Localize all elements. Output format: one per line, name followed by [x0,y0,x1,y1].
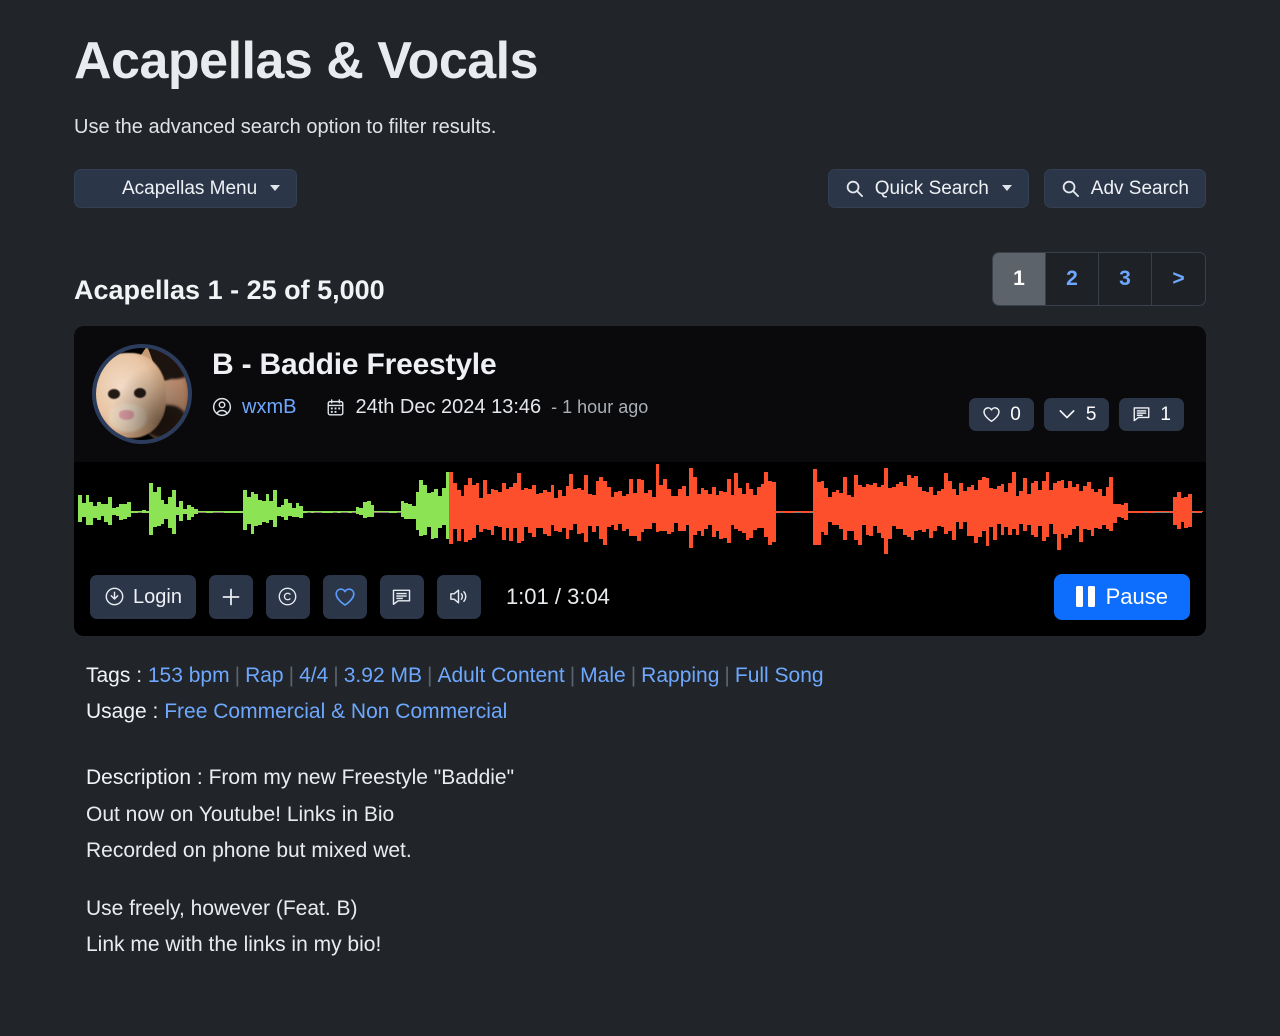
user-circle-icon [212,397,232,417]
track-uploader-link[interactable]: wxmB [242,396,296,419]
chevron-down-icon [270,185,281,192]
hamburger-icon [91,181,111,195]
usage-row: Usage : Free Commercial & Non Commercial [86,694,1194,730]
track-info: Tags : 153 bpm | Rap | 4/4 | 3.92 MB | Adult Con… [74,636,1206,964]
pause-icon [1075,586,1095,608]
tags-label: Tags : [86,663,143,687]
copyright-button[interactable] [265,574,310,619]
download-chevron-icon [1057,406,1077,422]
description-line-0-text: From my new Freestyle "Baddie" [208,766,515,790]
comments-count: 1 [1160,403,1171,425]
adv-search-button[interactable]: Adv Search [1043,168,1206,208]
downloads-stat[interactable]: 5 [1043,397,1110,431]
tag-separator: | [333,663,339,687]
copyright-icon [277,586,298,607]
usage-link[interactable]: Free Commercial & Non Commercial [164,700,507,723]
download-circle-icon [104,586,125,607]
tag-separator: | [630,663,637,687]
heart-icon [982,406,1001,423]
pause-label: Pause [1105,583,1168,609]
page-title: Acapellas & Vocals [74,32,539,90]
track-stats: 0 5 1 [969,344,1188,431]
tag-link[interactable]: Full Song [735,664,824,687]
track-date: 24th Dec 2024 13:46 [355,395,542,418]
description-blank-line [86,870,1194,891]
description-line-4: Use freely, however (Feat. B) [86,896,358,920]
page-subtitle: Use the advanced search option to filter… [74,115,497,138]
tag-separator: | [288,663,295,687]
description-block: Description : From my new Freestyle "Bad… [86,760,1194,964]
comments-stat[interactable]: 1 [1119,397,1184,431]
tag-link[interactable]: 4/4 [299,664,328,687]
comment-icon [391,587,412,607]
speaker-icon [447,586,470,607]
tag-separator: | [426,663,433,687]
login-label: Login [133,585,182,608]
tag-separator: | [569,663,576,687]
track-title[interactable]: B - Baddie Freestyle [212,348,969,382]
heart-icon [334,587,356,607]
avatar-image [96,347,188,440]
avatar[interactable] [92,343,192,444]
page-button-2[interactable]: 2 [1046,252,1099,305]
description-line-1: Out now on Youtube! Links in Bio [86,802,395,826]
plus-icon [219,585,243,609]
add-to-playlist-button[interactable] [208,574,253,619]
adv-search-label: Adv Search [1090,177,1189,199]
results-row: Acapellas 1 - 25 of 5,000 1 2 3 > [74,251,1206,306]
tag-link[interactable]: Adult Content [437,664,564,687]
page-button-3[interactable]: 3 [1099,252,1152,305]
description-line-0: Description : From my new Freestyle "Bad… [86,760,1194,797]
toolbar: Acapellas Menu Quick Search Adv Search [74,168,1206,208]
tag-separator: | [724,663,730,687]
usage-label: Usage : [86,699,159,723]
description-label: Description : [86,766,203,790]
page-button-1[interactable]: 1 [993,252,1046,305]
favourite-button[interactable] [322,574,367,619]
search-icon [845,179,864,198]
player-time: 1:01 / 3:04 [505,583,610,609]
quick-search-label: Quick Search [874,177,989,199]
waveform-bars [74,462,1206,562]
pause-button[interactable]: Pause [1053,573,1190,620]
page-button-next[interactable]: > [1152,252,1205,305]
likes-count: 0 [1010,403,1021,425]
waveform[interactable] [74,461,1206,562]
results-count: Acapellas 1 - 25 of 5,000 [74,274,385,305]
tag-link[interactable]: Male [580,664,626,687]
calendar-icon [326,398,345,417]
chevron-down-icon [1001,185,1012,192]
page-root: Acapellas & Vocals Use the advanced sear… [0,0,1280,1036]
quick-search-button[interactable]: Quick Search [827,168,1029,208]
likes-stat[interactable]: 0 [969,397,1034,431]
waveform-bar [1199,462,1203,562]
description-line-5: Link me with the links in my bio! [86,933,382,957]
track-meta-row: wxmB 24th Dec 2024 13:46 - 1 hour ago [212,396,969,419]
player-controls: Login 1:01 / 3:04 Pause [74,561,1206,636]
tag-separator: | [234,663,241,687]
tags-row: Tags : 153 bpm | Rap | 4/4 | 3.92 MB | Adult Con… [86,658,1194,694]
comment-button[interactable] [379,574,424,619]
track-header-text: B - Baddie Freestyle wxmB 24th Dec 2024 … [192,344,969,419]
tags-list: 153 bpm | Rap | 4/4 | 3.92 MB | Adult Content | Ma… [148,664,824,687]
tag-link[interactable]: Rapping [641,664,719,687]
track-relative-time: - 1 hour ago [551,396,649,417]
tag-link[interactable]: Rap [245,664,284,687]
track-card-header: B - Baddie Freestyle wxmB 24th Dec 2024 … [74,326,1206,454]
volume-button[interactable] [436,574,481,619]
login-download-button[interactable]: Login [90,574,196,619]
tag-link[interactable]: 153 bpm [148,664,230,687]
description-line-2: Recorded on phone but mixed wet. [86,839,412,863]
toolbar-right-group: Quick Search Adv Search [827,168,1206,208]
comment-icon [1132,405,1151,423]
track-card: B - Baddie Freestyle wxmB 24th Dec 2024 … [74,325,1206,636]
pagination: 1 2 3 > [992,251,1206,306]
downloads-count: 5 [1085,403,1097,425]
tag-link[interactable]: 3.92 MB [344,664,422,687]
search-icon [1061,179,1080,198]
acapellas-menu-button[interactable]: Acapellas Menu [74,168,298,208]
acapellas-menu-label: Acapellas Menu [122,177,258,199]
